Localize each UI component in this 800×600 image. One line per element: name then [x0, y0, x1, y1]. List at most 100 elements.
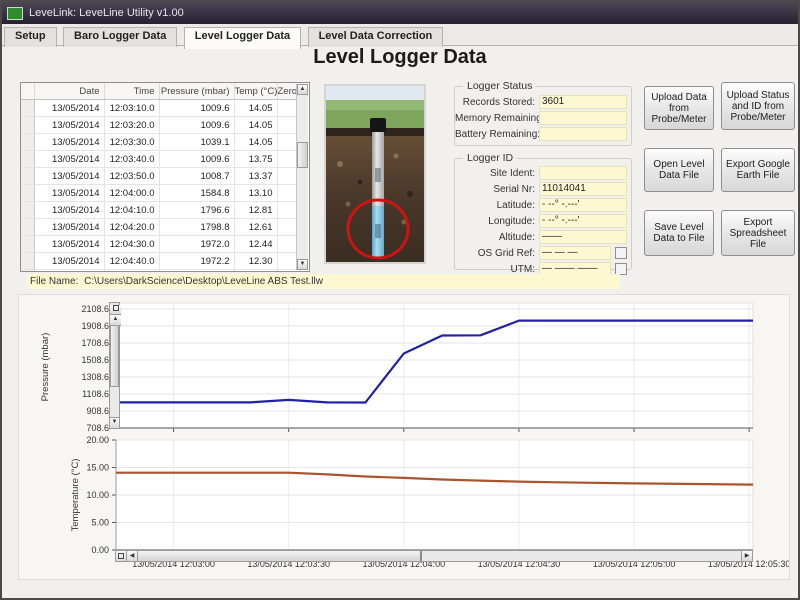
table-row[interactable]: 13/05/2014 12:03:50.0 1008.7 13.37 [21, 167, 301, 185]
title-bar: LeveLink: LeveLine Utility v1.00 [2, 2, 798, 24]
charts-panel: 2108.6 1908.6 1708.6 1508.6 1308.6 1108.6 908.… [18, 294, 790, 580]
table-cell: 1972.0 [159, 235, 235, 253]
table-cell: 1798.8 [159, 218, 235, 236]
data-table-grid: Date Time Pressure (mbar) Temp (°C) Zero… [21, 83, 301, 271]
site-ident-label: Site Ident: [489, 167, 535, 179]
export-spreadsheet-button[interactable]: Export Spreadsheet File [721, 210, 795, 256]
table-scroll-thumb[interactable] [297, 142, 308, 168]
tab-bar: Setup Baro Logger Data Level Logger Data… [2, 24, 798, 49]
save-level-data-button[interactable]: Save Level Data to File [644, 210, 714, 256]
memory-remaining-field[interactable] [539, 111, 627, 125]
row-header [21, 116, 35, 134]
y-axis-tick-label: 1708.6 [81, 338, 109, 348]
scroll-left-icon[interactable]: ◀ [127, 551, 138, 561]
table-cell: 12.81 [234, 201, 278, 219]
table-cell: 14.05 [234, 133, 278, 151]
table-scrollbar[interactable]: ▲ ▼ [296, 84, 308, 270]
table-cell: 14.05 [234, 99, 278, 117]
tab-level-logger-data[interactable]: Level Logger Data [183, 27, 302, 49]
table-cell: 1796.6 [159, 201, 235, 219]
table-row[interactable]: 13/05/2014 12:04:20.0 1798.8 12.61 [21, 218, 301, 236]
y-axis-tick-label: 1908.6 [81, 321, 109, 331]
plot-area [115, 302, 754, 429]
row-header [21, 167, 35, 185]
table-cell: 12:03:40.0 [104, 150, 160, 168]
table-row[interactable]: 13/05/2014 12:03:40.0 1009.6 13.75 [21, 150, 301, 168]
table-cell: 1039.1 [159, 133, 235, 151]
open-level-data-button[interactable]: Open Level Data File [644, 148, 714, 192]
chart-horizontal-scrollbar[interactable]: ◀ ▶ [115, 550, 753, 562]
table-row[interactable]: 13/05/2014 12:04:30.0 1972.0 12.44 [21, 235, 301, 253]
records-stored-field[interactable]: 3601 [539, 95, 627, 109]
y-axis-tick-label: 2108.6 [81, 304, 109, 314]
tab-baro-logger-data[interactable]: Baro Logger Data [63, 27, 178, 47]
logger-id-group: Logger ID Site Ident: Serial Nr: 1101404… [454, 152, 632, 276]
page-title: Level Logger Data [313, 46, 487, 68]
latitude-field[interactable]: - --° -.---' [539, 198, 627, 212]
pressure-chart: 2108.6 1908.6 1708.6 1508.6 1308.6 1108.6 908.… [40, 302, 754, 433]
altitude-field[interactable]: —— [539, 230, 627, 244]
probe-photo [324, 84, 426, 264]
table-cell [159, 269, 235, 271]
table-cell: 12.44 [234, 235, 278, 253]
row-header [21, 252, 35, 270]
chart-hscroll-thumb[interactable] [138, 551, 422, 561]
table-cell: 14.05 [234, 116, 278, 134]
table-row[interactable]: 13/05/2014 12:03:30.0 1039.1 14.05 [21, 133, 301, 151]
table-row[interactable]: 13/05/2014 12:04:10.0 1796.6 12.81 [21, 201, 301, 219]
upload-data-button[interactable]: Upload Data from Probe/Meter [644, 86, 714, 130]
row-header [21, 150, 35, 168]
table-cell: 13/05/2014 [34, 184, 105, 202]
table-cell: 1009.6 [159, 99, 235, 117]
scroll-right-icon[interactable]: ▶ [741, 551, 752, 561]
table-row[interactable]: 13/05/2014 12:04:00.0 1584.8 13.10 [21, 184, 301, 202]
table-cell: 1972.2 [159, 252, 235, 270]
chart-reset-icon[interactable] [116, 551, 127, 561]
table-cell: 13/05/2014 [34, 116, 105, 134]
table-cell: 13/05/2014 [34, 218, 105, 236]
chart-reset-icon[interactable] [110, 305, 121, 315]
table-cell: 12:04:00.0 [104, 184, 160, 202]
temperature-axis-title: Temperature (°C) [70, 459, 81, 532]
y-axis-tick-label: 20.00 [86, 435, 109, 445]
temperature-chart: 13/05/2014 12:03:00 13/05/2014 12:03:30 13… [70, 435, 789, 569]
utm-label: UTM: [510, 263, 535, 275]
window-title: LeveLink: LeveLine Utility v1.00 [29, 7, 184, 19]
pressure-chart-vertical-scrollbar[interactable]: ▲ ▼ [109, 302, 121, 429]
table-cell: 13/05/2014 [34, 133, 105, 151]
upload-status-id-button[interactable]: Upload Status and ID from Probe/Meter [721, 82, 795, 130]
table-row[interactable]: 13/05/2014 12:04:40.0 1972.2 12.30 [21, 252, 301, 270]
scroll-up-icon[interactable]: ▲ [297, 84, 308, 95]
records-stored-label: Records Stored: [462, 96, 535, 108]
table-row[interactable]: 13/05/2014 12:03:10.0 1009.6 14.05 [21, 99, 301, 117]
site-ident-field[interactable] [539, 166, 627, 180]
os-grid-ref-checkbox[interactable] [615, 247, 627, 259]
col-temp: Temp (°C) [234, 83, 278, 100]
table-cell: 13/05/2014 [34, 252, 105, 270]
row-header-corner [21, 83, 35, 100]
longitude-field[interactable]: - --° -.---' [539, 214, 627, 228]
scroll-down-icon[interactable]: ▼ [297, 259, 308, 270]
table-cell [34, 269, 105, 271]
table-cell [234, 269, 278, 271]
scroll-down-icon[interactable]: ▼ [110, 417, 119, 428]
table-cell: 13/05/2014 [34, 99, 105, 117]
chart-vscroll-thumb[interactable] [110, 325, 119, 387]
export-google-earth-button[interactable]: Export Google Earth File [721, 148, 795, 192]
y-axis-tick-label: 1108.6 [82, 389, 109, 399]
table-cell: 12.30 [234, 252, 278, 270]
table-cell: 12:03:50.0 [104, 167, 160, 185]
serial-nr-field[interactable]: 11014041 [539, 182, 627, 196]
os-grid-ref-label: OS Grid Ref: [477, 247, 535, 259]
y-axis-tick-label: 5.00 [91, 518, 109, 528]
charts-canvas: 2108.6 1908.6 1708.6 1508.6 1308.6 1108.6 908.… [40, 302, 789, 569]
table-row[interactable]: 13/05/2014 12:03:20.0 1009.6 14.05 [21, 116, 301, 134]
battery-remaining-field[interactable] [539, 127, 627, 141]
table-row[interactable] [21, 269, 301, 271]
table-cell: 12:03:30.0 [104, 133, 160, 151]
os-grid-ref-field[interactable]: — — — [539, 246, 611, 260]
y-axis-tick-label: 708.6 [86, 423, 109, 433]
row-header [21, 201, 35, 219]
tab-setup[interactable]: Setup [4, 27, 57, 47]
tab-level-data-correction[interactable]: Level Data Correction [307, 27, 444, 47]
